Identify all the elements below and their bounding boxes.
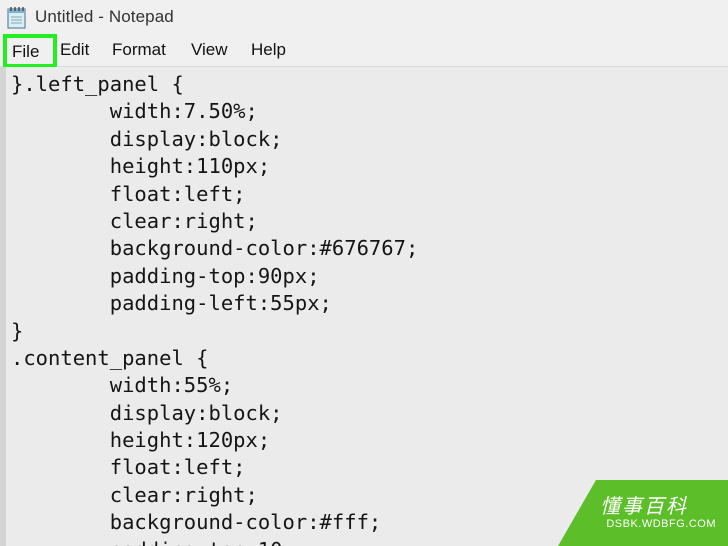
editor-content[interactable]: }.left_panel { width:7.50%; display:bloc…	[11, 71, 418, 546]
code-line: display:block;	[11, 400, 283, 425]
code-line: padding-top:10	[11, 537, 418, 546]
text-editor[interactable]: }.left_panel { width:7.50%; display:bloc…	[0, 67, 728, 546]
window-title: Untitled - Notepad	[35, 7, 174, 26]
code-line: }.left_panel {	[11, 72, 184, 96]
code-line: background-color:#676767;	[11, 236, 419, 261]
code-line: width:55%;	[11, 373, 234, 398]
menu-bar: File Edit Format View Help	[0, 34, 728, 68]
code-line: padding-top:90px;	[11, 263, 320, 288]
menu-file[interactable]: File	[3, 34, 57, 68]
watermark-title: 懂事百科	[600, 494, 688, 518]
code-line: }	[11, 318, 24, 343]
code-line: height:110px;	[11, 154, 271, 179]
notepad-icon	[6, 5, 28, 29]
menu-view[interactable]: View	[191, 35, 228, 65]
code-line: padding-left:55px;	[11, 291, 332, 316]
notepad-window: Untitled - Notepad File Edit Format View…	[0, 0, 728, 546]
code-line: display:block;	[11, 126, 283, 151]
code-line: clear:right;	[11, 482, 258, 507]
code-line: width:7.50%;	[11, 99, 258, 124]
code-line: .content_panel {	[11, 345, 209, 370]
code-line: clear:right;	[11, 208, 258, 233]
code-line: background-color:#fff;	[11, 510, 382, 535]
watermark-subtitle: DSBK.WDBFG.COM	[606, 518, 716, 530]
menu-help[interactable]: Help	[251, 35, 286, 65]
code-line: height:120px;	[11, 428, 271, 453]
menu-edit[interactable]: Edit	[60, 35, 89, 65]
menu-format[interactable]: Format	[112, 35, 166, 65]
code-line: float:left;	[11, 455, 246, 480]
code-line: float:left;	[11, 181, 246, 206]
watermark-logo: 懂事百科 DSBK.WDBFG.COM	[558, 480, 728, 546]
title-bar: Untitled - Notepad	[0, 0, 728, 34]
